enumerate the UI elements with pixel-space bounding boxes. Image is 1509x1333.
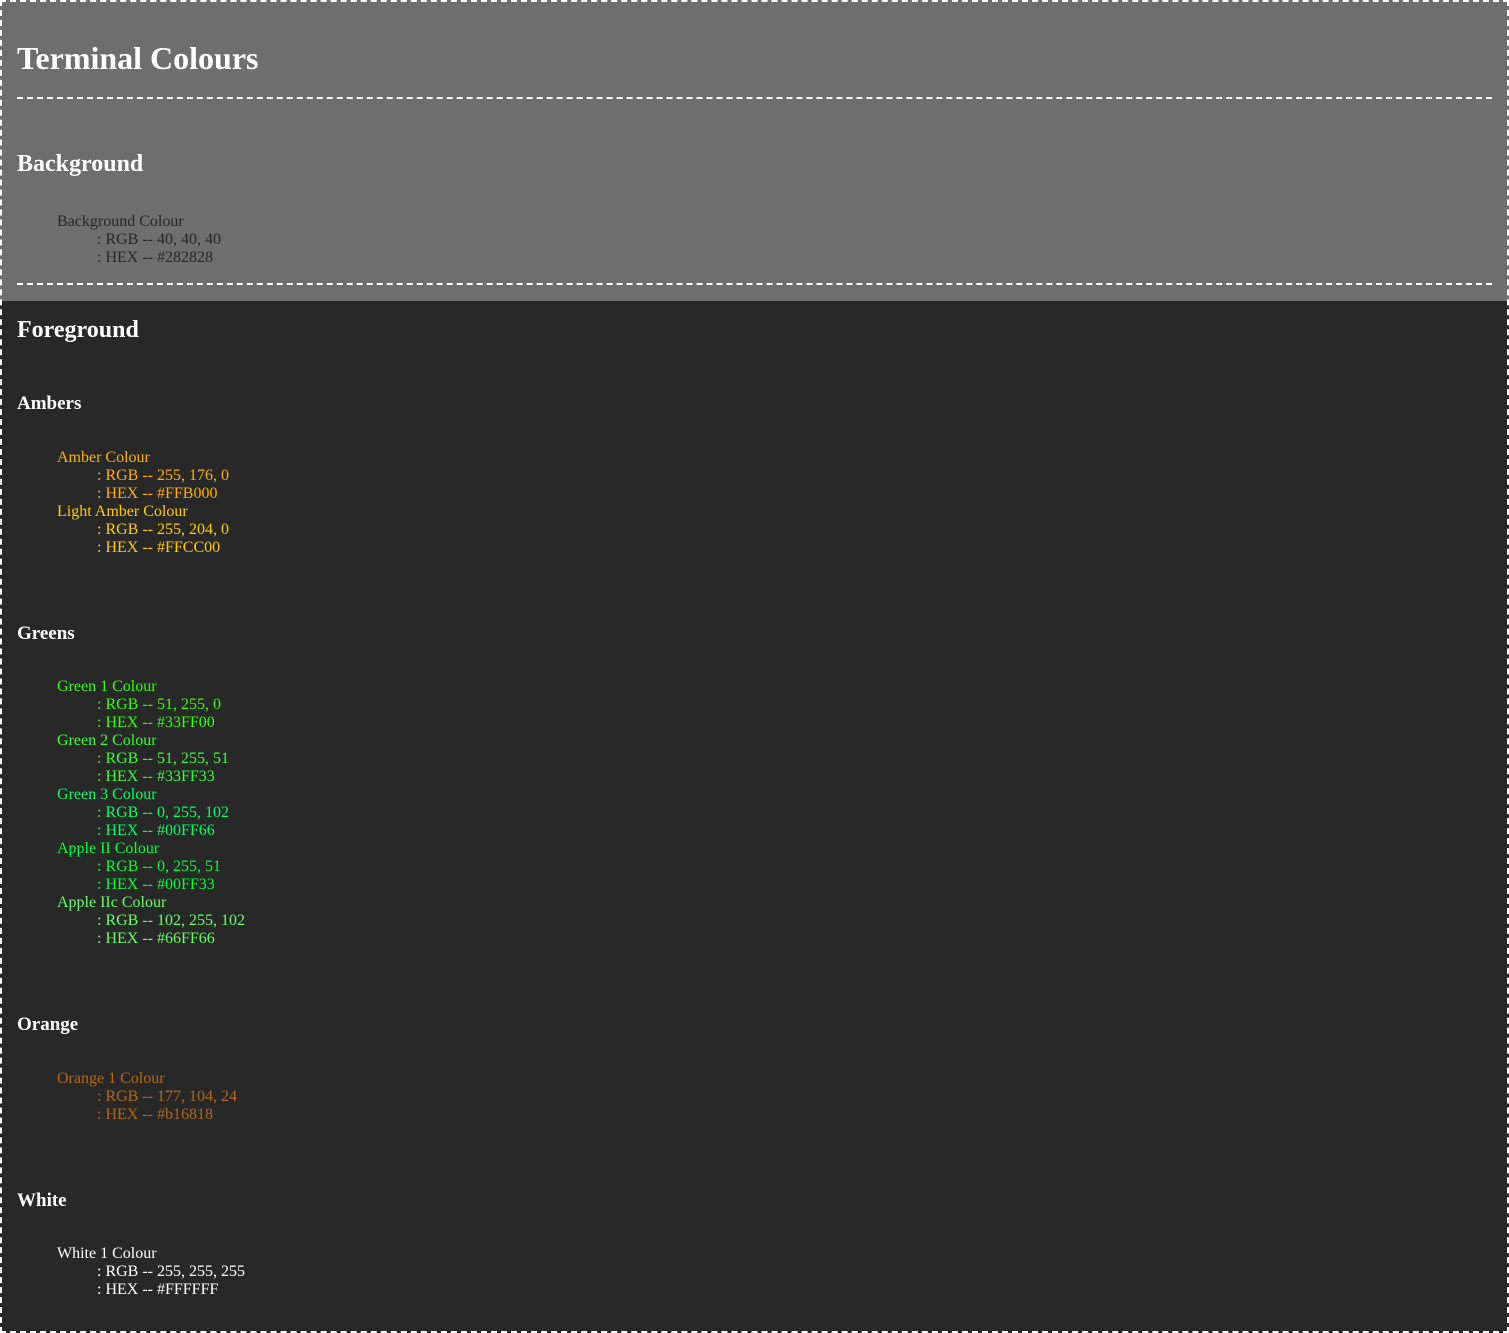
colour-hex: : HEX -- #b16818 [97, 1106, 213, 1123]
colour-name: Orange 1 Colour [57, 1070, 165, 1087]
greens-list: Green 1 Colour : RGB -- 51, 255, 0 : HEX… [57, 678, 245, 948]
colour-name: Green 1 Colour [57, 678, 157, 695]
colour-hex: : HEX -- #33FF33 [97, 768, 215, 785]
page-title: Terminal Colours [17, 40, 259, 76]
colour-entry: Light Amber Colour : RGB -- 255, 204, 0 … [57, 503, 229, 557]
group-heading-ambers: Ambers [17, 393, 82, 414]
background-colour-list: Background Colour : RGB -- 40, 40, 40 : … [57, 213, 221, 267]
colour-rgb: : RGB -- 177, 104, 24 [97, 1088, 237, 1105]
colour-name: Apple IIc Colour [57, 894, 167, 911]
divider [17, 97, 1492, 99]
colour-rgb: : RGB -- 0, 255, 51 [97, 858, 221, 875]
colour-entry: Green 3 Colour : RGB -- 0, 255, 102 : HE… [57, 786, 245, 840]
colour-hex: : HEX -- #282828 [97, 249, 213, 266]
colour-name: Amber Colour [57, 449, 150, 466]
colour-hex: : HEX -- #FFB000 [97, 485, 218, 502]
colour-entry: Green 1 Colour : RGB -- 51, 255, 0 : HEX… [57, 678, 245, 732]
colour-rgb: : RGB -- 51, 255, 0 [97, 696, 221, 713]
white-list: White 1 Colour : RGB -- 255, 255, 255 : … [57, 1245, 245, 1299]
colour-entry: Apple IIc Colour : RGB -- 102, 255, 102 … [57, 894, 245, 948]
colour-rgb: : RGB -- 255, 204, 0 [97, 521, 229, 538]
colour-entry: Amber Colour : RGB -- 255, 176, 0 : HEX … [57, 449, 229, 503]
colour-entry: Orange 1 Colour : RGB -- 177, 104, 24 : … [57, 1070, 237, 1124]
colour-name: Light Amber Colour [57, 503, 188, 520]
group-heading-white: White [17, 1190, 67, 1211]
colour-hex: : HEX -- #FFCC00 [97, 539, 221, 556]
colour-hex: : HEX -- #00FF66 [97, 822, 215, 839]
colour-name: Green 3 Colour [57, 786, 157, 803]
colour-rgb: : RGB -- 0, 255, 102 [97, 804, 229, 821]
colour-name: Green 2 Colour [57, 732, 157, 749]
colour-rgb: : RGB -- 102, 255, 102 [97, 912, 245, 929]
colour-rgb: : RGB -- 255, 255, 255 [97, 1263, 245, 1280]
colour-hex: : HEX -- #00FF33 [97, 876, 215, 893]
orange-list: Orange 1 Colour : RGB -- 177, 104, 24 : … [57, 1070, 237, 1124]
colour-name: Background Colour [57, 213, 184, 230]
colour-name: White 1 Colour [57, 1245, 157, 1262]
colour-rgb: : RGB -- 255, 176, 0 [97, 467, 229, 484]
colour-hex: : HEX -- #33FF00 [97, 714, 215, 731]
group-heading-greens: Greens [17, 623, 75, 644]
colour-rgb: : RGB -- 51, 255, 51 [97, 750, 229, 767]
colour-entry: Apple II Colour : RGB -- 0, 255, 51 : HE… [57, 840, 245, 894]
background-heading: Background [17, 151, 144, 177]
ambers-list: Amber Colour : RGB -- 255, 176, 0 : HEX … [57, 449, 229, 557]
foreground-heading: Foreground [17, 317, 139, 343]
group-heading-orange: Orange [17, 1014, 79, 1035]
colour-name: Apple II Colour [57, 840, 160, 857]
colour-hex: : HEX -- #FFFFFF [97, 1281, 219, 1298]
colour-entry: Green 2 Colour : RGB -- 51, 255, 51 : HE… [57, 732, 245, 786]
divider [17, 283, 1492, 285]
background-section: Terminal Colours Background Background C… [0, 0, 1509, 301]
colour-hex: : HEX -- #66FF66 [97, 930, 215, 947]
colour-entry: White 1 Colour : RGB -- 255, 255, 255 : … [57, 1245, 245, 1299]
colour-entry: Background Colour : RGB -- 40, 40, 40 : … [57, 213, 221, 267]
colour-rgb: : RGB -- 40, 40, 40 [97, 231, 221, 248]
